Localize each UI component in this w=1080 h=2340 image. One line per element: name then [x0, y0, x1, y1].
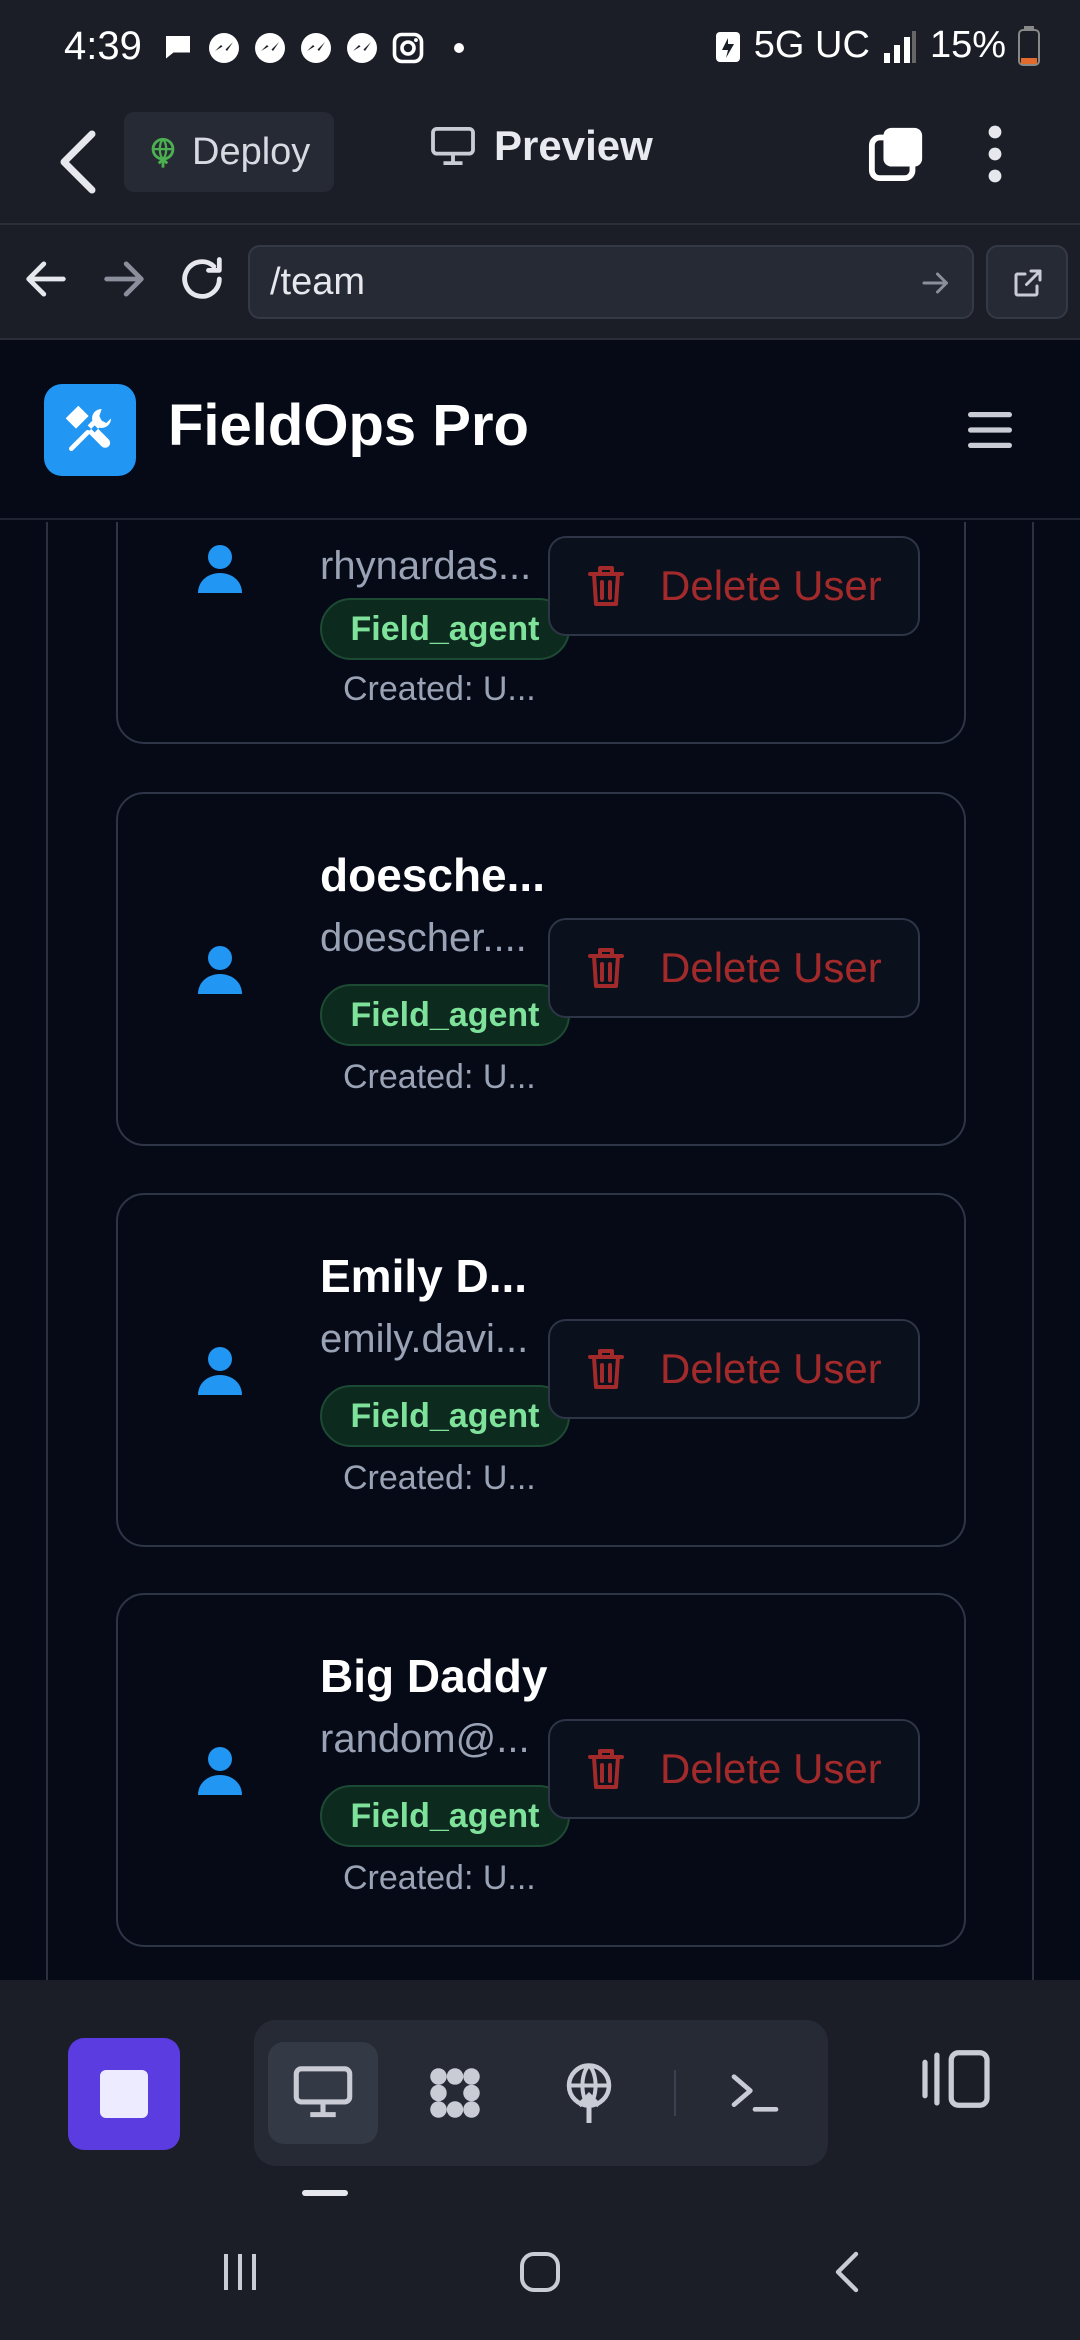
messenger-icon	[301, 33, 331, 63]
delete-user-button[interactable]: Delete User	[548, 1319, 920, 1419]
chat-bubble-icon	[166, 36, 190, 59]
user-name: Emily D...	[320, 1250, 528, 1302]
tool-divider	[674, 2070, 676, 2116]
deploy-label: Deploy	[192, 130, 311, 173]
app-logo	[44, 384, 136, 476]
tools-icon	[65, 405, 112, 451]
home-icon[interactable]	[516, 2248, 564, 2296]
user-icon	[198, 545, 242, 593]
user-email: rhynardas...	[320, 544, 532, 588]
status-time: 4:39	[64, 24, 142, 68]
user-created: Created: U...	[343, 1859, 536, 1897]
team-list[interactable]: rhynardas... Field_agent Created: U... D…	[0, 522, 1080, 1982]
more-notifications-dot	[454, 43, 464, 53]
user-name: Big Daddy	[320, 1650, 548, 1702]
status-bar: 4:39 5G UC 15%	[0, 0, 1080, 100]
ide-dock	[0, 1980, 1080, 2200]
user-card: rhynardas... Field_agent Created: U... D…	[116, 522, 966, 744]
ide-header: Deploy Preview	[0, 100, 1080, 225]
preview-label: Preview	[494, 122, 653, 169]
role-badge: Field_agent	[320, 1385, 570, 1447]
stop-icon	[100, 2070, 148, 2118]
delete-user-button[interactable]: Delete User	[548, 536, 920, 636]
tabs-switcher-icon[interactable]	[868, 124, 926, 182]
messenger-icon	[255, 33, 285, 63]
modules-icon	[430, 2068, 480, 2118]
url-input[interactable]: /team	[248, 245, 974, 319]
active-tool-indicator	[302, 2190, 348, 2196]
open-external-button[interactable]	[986, 245, 1068, 319]
recent-apps-icon[interactable]	[216, 2248, 264, 2296]
trash-icon	[588, 566, 624, 606]
role-badge: Field_agent	[320, 984, 570, 1046]
delete-label: Delete User	[660, 944, 882, 991]
app-title: FieldOps Pro	[168, 393, 529, 458]
user-card: Emily D... emily.davi... Field_agent Cre…	[116, 1193, 966, 1547]
deploy-button[interactable]: Deploy	[124, 112, 334, 192]
user-created: Created: U...	[343, 670, 536, 708]
battery-saver-icon	[715, 31, 740, 62]
delete-label: Delete User	[660, 1345, 882, 1392]
app-header: FieldOps Pro	[0, 340, 1080, 520]
network-type: 5G UC	[753, 24, 870, 66]
battery-icon	[1018, 25, 1040, 66]
browser-forward-icon[interactable]	[98, 253, 150, 305]
back-chevron-icon[interactable]	[56, 130, 100, 194]
user-card: doesche... doescher.... Field_agent Crea…	[116, 792, 966, 1146]
user-card: Big Daddy random@... Field_agent Created…	[116, 1593, 966, 1947]
terminal-icon	[731, 2074, 779, 2112]
user-email: random@...	[320, 1717, 530, 1761]
preview-tab[interactable]: Preview	[430, 122, 653, 170]
workspace-tool-button[interactable]	[400, 2042, 510, 2144]
monitor-icon	[431, 126, 475, 166]
stop-button[interactable]	[68, 2038, 180, 2150]
deploy-icon	[566, 2063, 612, 2123]
user-created: Created: U...	[343, 1459, 536, 1497]
user-icon	[198, 1347, 242, 1395]
system-back-icon[interactable]	[824, 2248, 872, 2296]
delete-label: Delete User	[660, 1745, 882, 1792]
url-text: /team	[270, 260, 366, 303]
trash-icon	[588, 948, 624, 988]
delete-label: Delete User	[660, 562, 882, 609]
shell-tool-button[interactable]	[700, 2042, 810, 2144]
browser-url-row: /team	[0, 225, 1080, 340]
messenger-icon	[209, 33, 239, 63]
menu-icon[interactable]	[966, 408, 1014, 452]
external-link-icon	[1014, 269, 1042, 297]
go-arrow-icon[interactable]	[918, 265, 954, 301]
battery-percent: 15%	[929, 24, 1006, 66]
notification-icons	[160, 30, 464, 66]
deploy-tool-button[interactable]	[534, 2042, 644, 2144]
messenger-icon	[347, 33, 377, 63]
signal-icon	[883, 30, 916, 63]
status-right: 5G UC 15%	[714, 24, 1040, 67]
user-email: doescher....	[320, 916, 527, 960]
user-email: emily.davi...	[320, 1317, 529, 1361]
trash-icon	[588, 1349, 624, 1389]
trash-icon	[588, 1749, 624, 1789]
preview-tool-button[interactable]	[268, 2042, 378, 2144]
system-nav-bar	[0, 2200, 1080, 2340]
delete-user-button[interactable]: Delete User	[548, 1719, 920, 1819]
user-icon	[198, 1747, 242, 1795]
deploy-icon	[151, 137, 175, 168]
user-created: Created: U...	[343, 1058, 536, 1096]
user-icon	[198, 946, 242, 994]
monitor-icon	[293, 2066, 353, 2118]
reload-icon[interactable]	[176, 253, 228, 305]
layout-toggle-icon[interactable]	[920, 2048, 992, 2110]
role-badge: Field_agent	[320, 598, 570, 660]
browser-back-icon[interactable]	[20, 253, 72, 305]
role-badge: Field_agent	[320, 1785, 570, 1847]
instagram-icon	[392, 32, 424, 64]
tool-group	[254, 2020, 828, 2166]
delete-user-button[interactable]: Delete User	[548, 918, 920, 1018]
more-options-icon[interactable]	[980, 124, 1010, 184]
user-name: doesche...	[320, 849, 545, 901]
